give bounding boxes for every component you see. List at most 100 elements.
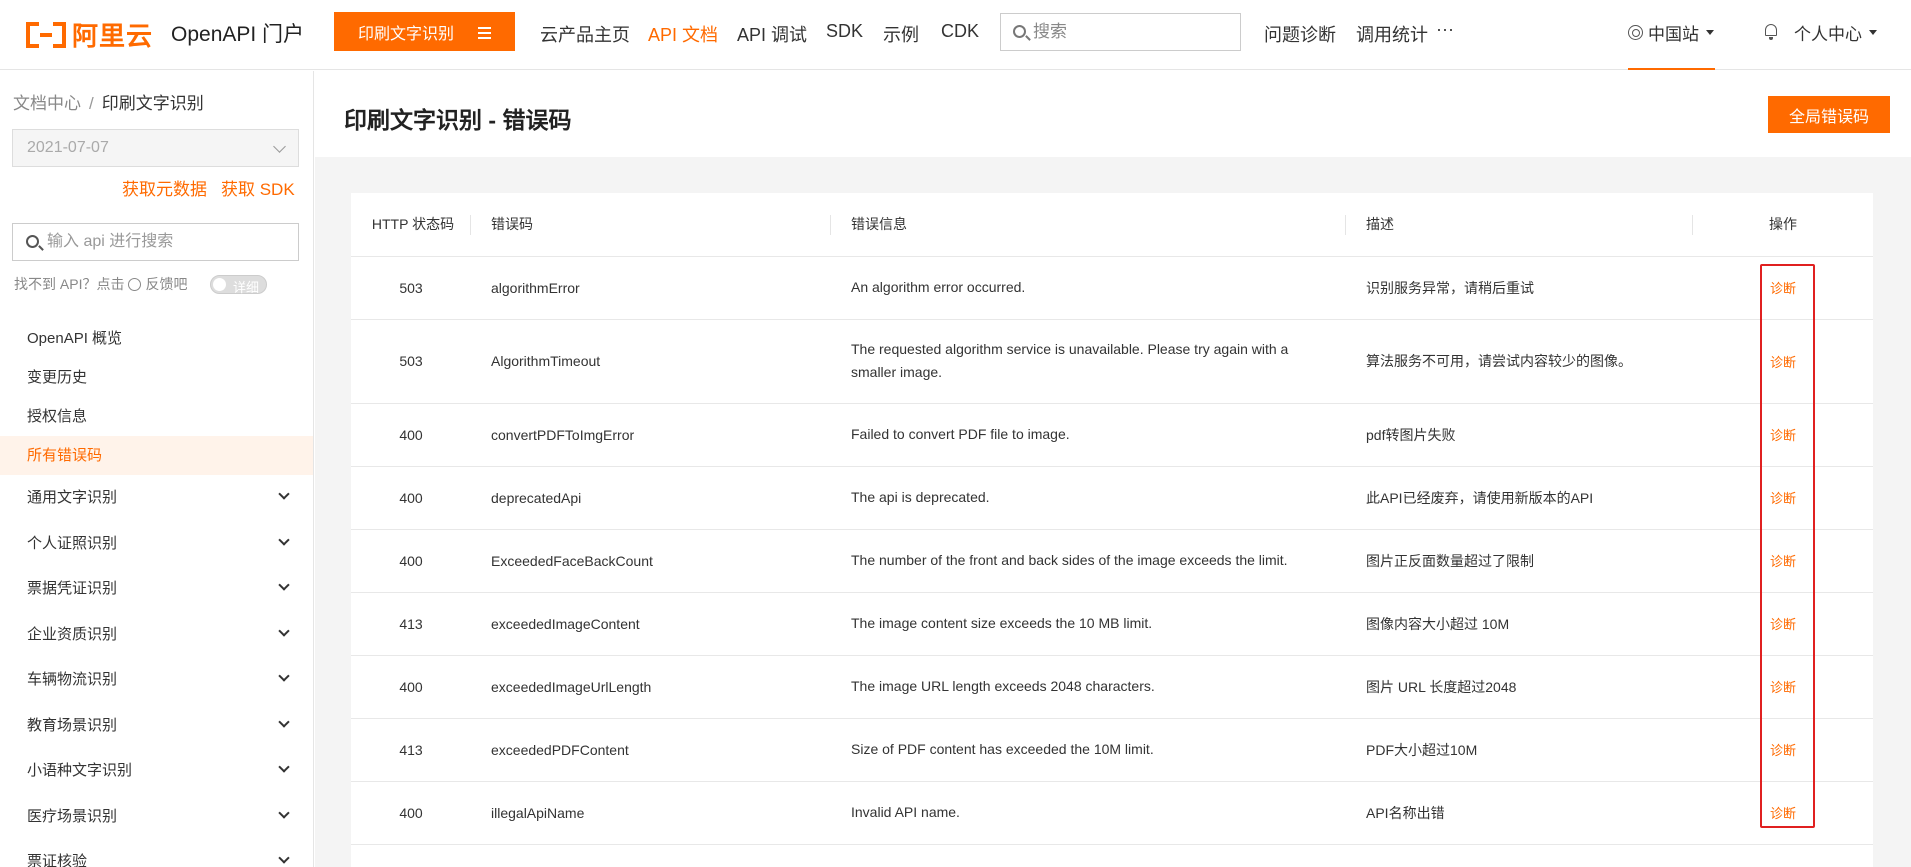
- error-code-cell: exceededPDFContent: [471, 718, 831, 782]
- product-menu-label: 印刷文字识别: [358, 25, 455, 43]
- status-cell: 503: [351, 319, 471, 404]
- diagnose-link[interactable]: 诊断: [1770, 617, 1796, 632]
- diagnose-link[interactable]: 诊断: [1770, 554, 1796, 569]
- global-error-codes-button[interactable]: 全局错误码: [1768, 96, 1890, 133]
- nav-call-statistics[interactable]: 调用统计: [1356, 21, 1428, 47]
- nav-diagnosis[interactable]: 问题诊断: [1264, 21, 1336, 47]
- search-icon: [26, 235, 39, 248]
- description-cell: 此API已经废弃，请使用新版本的API: [1346, 466, 1693, 530]
- sidebar-group-medical[interactable]: 医疗场景识别: [0, 794, 313, 840]
- description-cell: 识别服务异常，请稍后重试: [1346, 256, 1693, 320]
- diagnose-link[interactable]: 诊断: [1770, 743, 1796, 758]
- toggle-knob: [213, 278, 226, 291]
- breadcrumb: 文档中心 / 印刷文字识别: [13, 89, 204, 114]
- global-search[interactable]: [1000, 13, 1241, 51]
- nav-more-icon[interactable]: ···: [1436, 19, 1454, 40]
- api-search[interactable]: [12, 223, 299, 261]
- error-code-cell: algorithmError: [471, 256, 831, 320]
- diagnose-link[interactable]: 诊断: [1770, 355, 1796, 370]
- sidebar-item-change-history[interactable]: 变更历史: [0, 358, 313, 397]
- sidebar-group-label: 票证核验: [27, 853, 88, 867]
- product-menu-button[interactable]: 印刷文字识别: [334, 12, 515, 51]
- chevron-down-icon: [278, 852, 290, 864]
- chevron-down-icon: [273, 140, 286, 153]
- chevron-down-icon: [278, 579, 290, 591]
- sidebar-group-bills[interactable]: 票据凭证识别: [0, 566, 313, 612]
- nav-examples[interactable]: 示例: [883, 21, 919, 47]
- error-code-cell: exceededImageContent: [471, 592, 831, 656]
- user-center-menu[interactable]: 个人中心: [1794, 20, 1877, 45]
- operation-cell: 诊断: [1693, 529, 1873, 593]
- feedback-prefix: 找不到 API？点击: [14, 276, 125, 292]
- error-message-cell: Size of PDF content has exceeded the 10M…: [831, 718, 1346, 782]
- diagnose-link[interactable]: 诊断: [1770, 491, 1796, 506]
- detail-toggle[interactable]: 详细: [210, 275, 267, 295]
- status-cell: 400: [351, 529, 471, 593]
- feedback-link[interactable]: 反馈吧: [145, 274, 187, 294]
- region-label: 中国站: [1648, 25, 1699, 44]
- diagnose-link[interactable]: 诊断: [1770, 281, 1796, 296]
- breadcrumb-current: 印刷文字识别: [101, 94, 204, 113]
- operation-cell: 诊断: [1693, 403, 1873, 467]
- sidebar-group-verification[interactable]: 票证核验: [0, 839, 313, 867]
- error-message-cell: The requested algorithm service is unava…: [831, 319, 1346, 404]
- sidebar-group-education[interactable]: 教育场景识别: [0, 703, 313, 749]
- user-center-label: 个人中心: [1794, 25, 1862, 44]
- error-message-cell: The api is deprecated.: [831, 466, 1346, 530]
- chevron-down-icon: [278, 624, 290, 637]
- error-message-cell: The number of the front and back sides o…: [831, 529, 1346, 593]
- sidebar-group-minor-language[interactable]: 小语种文字识别: [0, 748, 313, 794]
- sidebar-group-personal-id[interactable]: 个人证照识别: [0, 521, 313, 567]
- error-code-cell: convertPDFToImgError: [471, 403, 831, 467]
- error-code-cell: deprecatedApi: [471, 466, 831, 530]
- sidebar-group-vehicle[interactable]: 车辆物流识别: [0, 657, 313, 703]
- error-code-cell: exceededImageUrlLength: [471, 655, 831, 719]
- error-message-cell: Failed to convert PDF file to image.: [831, 403, 1346, 467]
- version-select[interactable]: 2021-07-07: [12, 129, 299, 167]
- diagnose-link[interactable]: 诊断: [1770, 680, 1796, 695]
- table-row: 400 deprecatedApi The api is deprecated. 此A…: [351, 466, 1873, 530]
- breadcrumb-doc-center[interactable]: 文档中心: [13, 94, 81, 113]
- status-cell: 400: [351, 655, 471, 719]
- table-row: 400 ExceededFaceBackCount The number of th…: [351, 529, 1873, 593]
- sidebar-nav: OpenAPI 概览 变更历史 授权信息 所有错误码 通用文字识别 个人证照识别…: [0, 319, 313, 867]
- sidebar-item-all-error-codes[interactable]: 所有错误码: [0, 436, 313, 475]
- globe-icon: [1628, 25, 1643, 40]
- table-row: 503 AlgorithmTimeout The requested algorit…: [351, 319, 1873, 404]
- sidebar-item-overview[interactable]: OpenAPI 概览: [0, 319, 313, 358]
- description-cell: PDF大小超过10M: [1346, 718, 1693, 782]
- nav-sdk[interactable]: SDK: [826, 21, 863, 42]
- sidebar-item-auth-info[interactable]: 授权信息: [0, 397, 313, 436]
- region-selector[interactable]: 中国站: [1628, 20, 1714, 45]
- sidebar: 文档中心 / 印刷文字识别 2021-07-07 获取元数据获取 SDK 找不到 A…: [0, 71, 314, 867]
- description-cell: 图片 URL 长度超过2048: [1346, 655, 1693, 719]
- bell-icon[interactable]: [1764, 24, 1778, 40]
- operation-cell: 诊断: [1693, 592, 1873, 656]
- nav-cdk[interactable]: CDK: [941, 21, 979, 42]
- sidebar-group-label: 个人证照识别: [27, 534, 118, 552]
- description-cell: 算法服务不可用，请尝试内容较少的图像。: [1346, 319, 1693, 404]
- diagnose-link[interactable]: 诊断: [1770, 428, 1796, 443]
- version-value: 2021-07-07: [27, 139, 109, 156]
- description-cell: 图片正反面数量超过了限制: [1346, 529, 1693, 593]
- operation-cell: 诊断: [1693, 319, 1873, 404]
- description-cell: API名称出错: [1346, 781, 1693, 845]
- hamburger-menu-icon: [478, 27, 491, 42]
- aliyun-logo[interactable]: 阿里云: [26, 16, 153, 53]
- page-title: 印刷文字识别 - 错误码: [344, 107, 572, 133]
- get-sdk-link[interactable]: 获取 SDK: [221, 180, 295, 199]
- error-code-table: HTTP 状态码 错误码 错误信息 描述 操作 503 algorithmErro…: [351, 193, 1873, 845]
- global-search-input[interactable]: [1033, 20, 1233, 44]
- chevron-down-icon: [278, 806, 290, 819]
- sidebar-group-enterprise[interactable]: 企业资质识别: [0, 612, 313, 658]
- nav-api-docs[interactable]: API 文档: [648, 21, 718, 47]
- error-message-cell: An algorithm error occurred.: [831, 256, 1346, 320]
- portal-title[interactable]: OpenAPI 门户: [171, 18, 304, 48]
- nav-product-home[interactable]: 云产品主页: [540, 21, 630, 47]
- sidebar-group-general-ocr[interactable]: 通用文字识别: [0, 475, 313, 521]
- diagnose-link[interactable]: 诊断: [1770, 806, 1796, 821]
- api-search-input[interactable]: [47, 230, 287, 254]
- nav-api-debug[interactable]: API 调试: [737, 21, 807, 47]
- get-metadata-link[interactable]: 获取元数据: [122, 180, 207, 199]
- error-code-cell: illegalApiName: [471, 781, 831, 845]
